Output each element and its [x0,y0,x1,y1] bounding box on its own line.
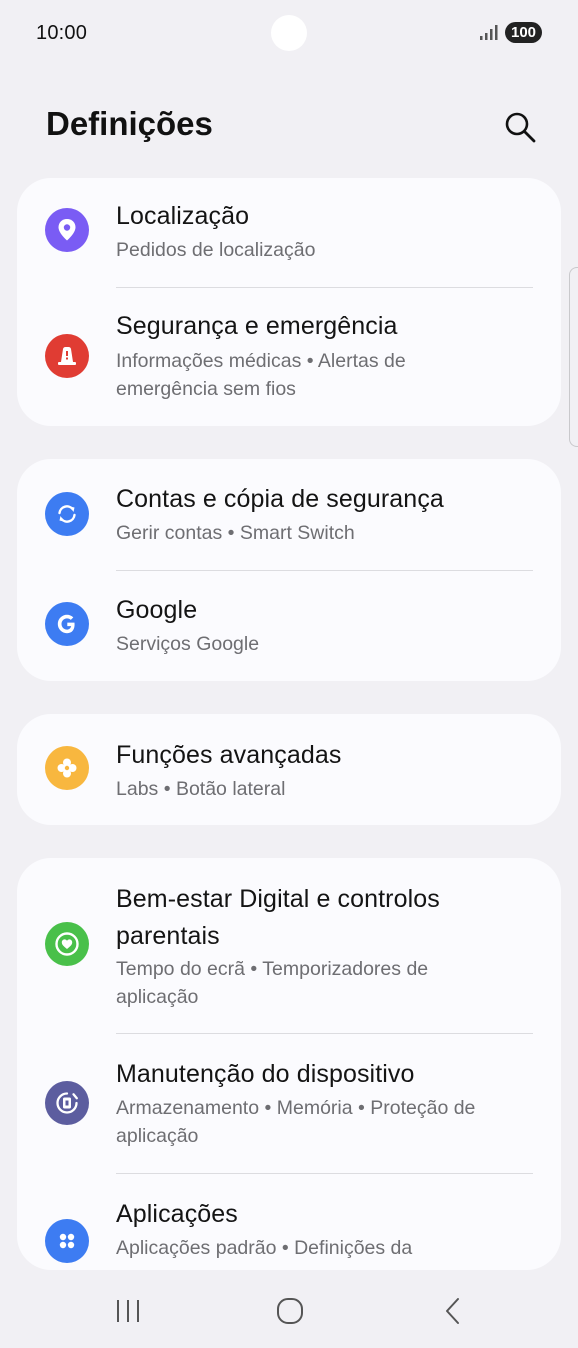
setting-subtitle: Aplicações padrão • Definições da [116,1237,413,1259]
wellbeing-heart-icon [45,922,89,966]
setting-title: Bem-estar Digital e controlos [116,885,440,913]
recents-button[interactable] [109,1292,149,1328]
setting-subtitle: Pedidos de localização [116,239,316,261]
setting-location[interactable]: Localização Pedidos de localização [17,178,561,288]
navigation-bar [0,1270,578,1348]
settings-card-location-safety: Localização Pedidos de localização Segur… [17,178,561,426]
scroll-indicator[interactable] [569,267,578,447]
page-title: Definições [46,105,213,142]
setting-subtitle: Gerir contas • Smart Switch [116,522,355,544]
search-icon [505,112,536,143]
setting-title: Contas e cópia de segurança [116,485,444,513]
signal-icon [480,25,498,40]
setting-title: Aplicações [116,1200,238,1228]
apps-grid-icon [45,1219,89,1263]
emergency-light-icon [45,334,89,378]
setting-accounts-backup[interactable]: Contas e cópia de segurança Gerir contas… [17,459,561,570]
setting-subtitle: Labs • Botão lateral [116,778,286,800]
setting-title: Funções avançadas [116,741,342,769]
setting-subtitle: Serviços Google [116,633,260,655]
status-bar: 10:00 100 [0,0,578,68]
setting-subtitle: emergência sem fios [116,378,296,400]
setting-safety-emergency[interactable]: Segurança e emergência Informações médic… [17,288,561,426]
battery-level: 100 [510,24,537,41]
setting-apps[interactable]: Aplicações Aplicações padrão • Definiçõe… [17,1174,561,1270]
setting-subtitle: Informações médicas • Alertas de [116,350,406,372]
device-care-icon [45,1081,89,1125]
setting-subtitle: Armazenamento • Memória • Proteção de [116,1097,476,1119]
gear-flower-icon [45,746,89,790]
setting-google[interactable]: Google Serviços Google [17,570,561,681]
setting-subtitle: aplicação [116,986,199,1008]
back-button[interactable] [432,1292,472,1328]
setting-title: Localização [116,202,250,230]
google-g-icon [45,602,89,646]
setting-title: Segurança e emergência [116,312,398,340]
settings-card-wellbeing-device-apps: Bem-estar Digital e controlos parentais … [17,858,561,1270]
setting-title: Google [116,596,198,624]
setting-title: Manutenção do dispositivo [116,1060,415,1088]
search-button[interactable] [501,108,539,146]
settings-card-accounts-google: Contas e cópia de segurança Gerir contas… [17,459,561,681]
battery-icon: 100 [505,22,542,43]
setting-title: parentais [116,922,220,950]
setting-device-care[interactable]: Manutenção do dispositivo Armazenamento … [17,1034,561,1173]
location-pin-icon [45,208,89,252]
sync-icon [45,492,89,536]
setting-digital-wellbeing[interactable]: Bem-estar Digital e controlos parentais … [17,858,561,1034]
recents-icon [117,1300,139,1322]
home-button[interactable] [270,1292,310,1328]
setting-advanced-features[interactable]: Funções avançadas Labs • Botão lateral [17,714,561,825]
setting-subtitle: aplicação [116,1125,199,1147]
clock: 10:00 [36,22,88,44]
front-camera-cutout [271,15,307,51]
home-icon [277,1298,303,1324]
setting-subtitle: Tempo do ecrã • Temporizadores de [116,958,429,980]
back-icon [446,1298,459,1324]
settings-card-advanced: Funções avançadas Labs • Botão lateral [17,714,561,825]
